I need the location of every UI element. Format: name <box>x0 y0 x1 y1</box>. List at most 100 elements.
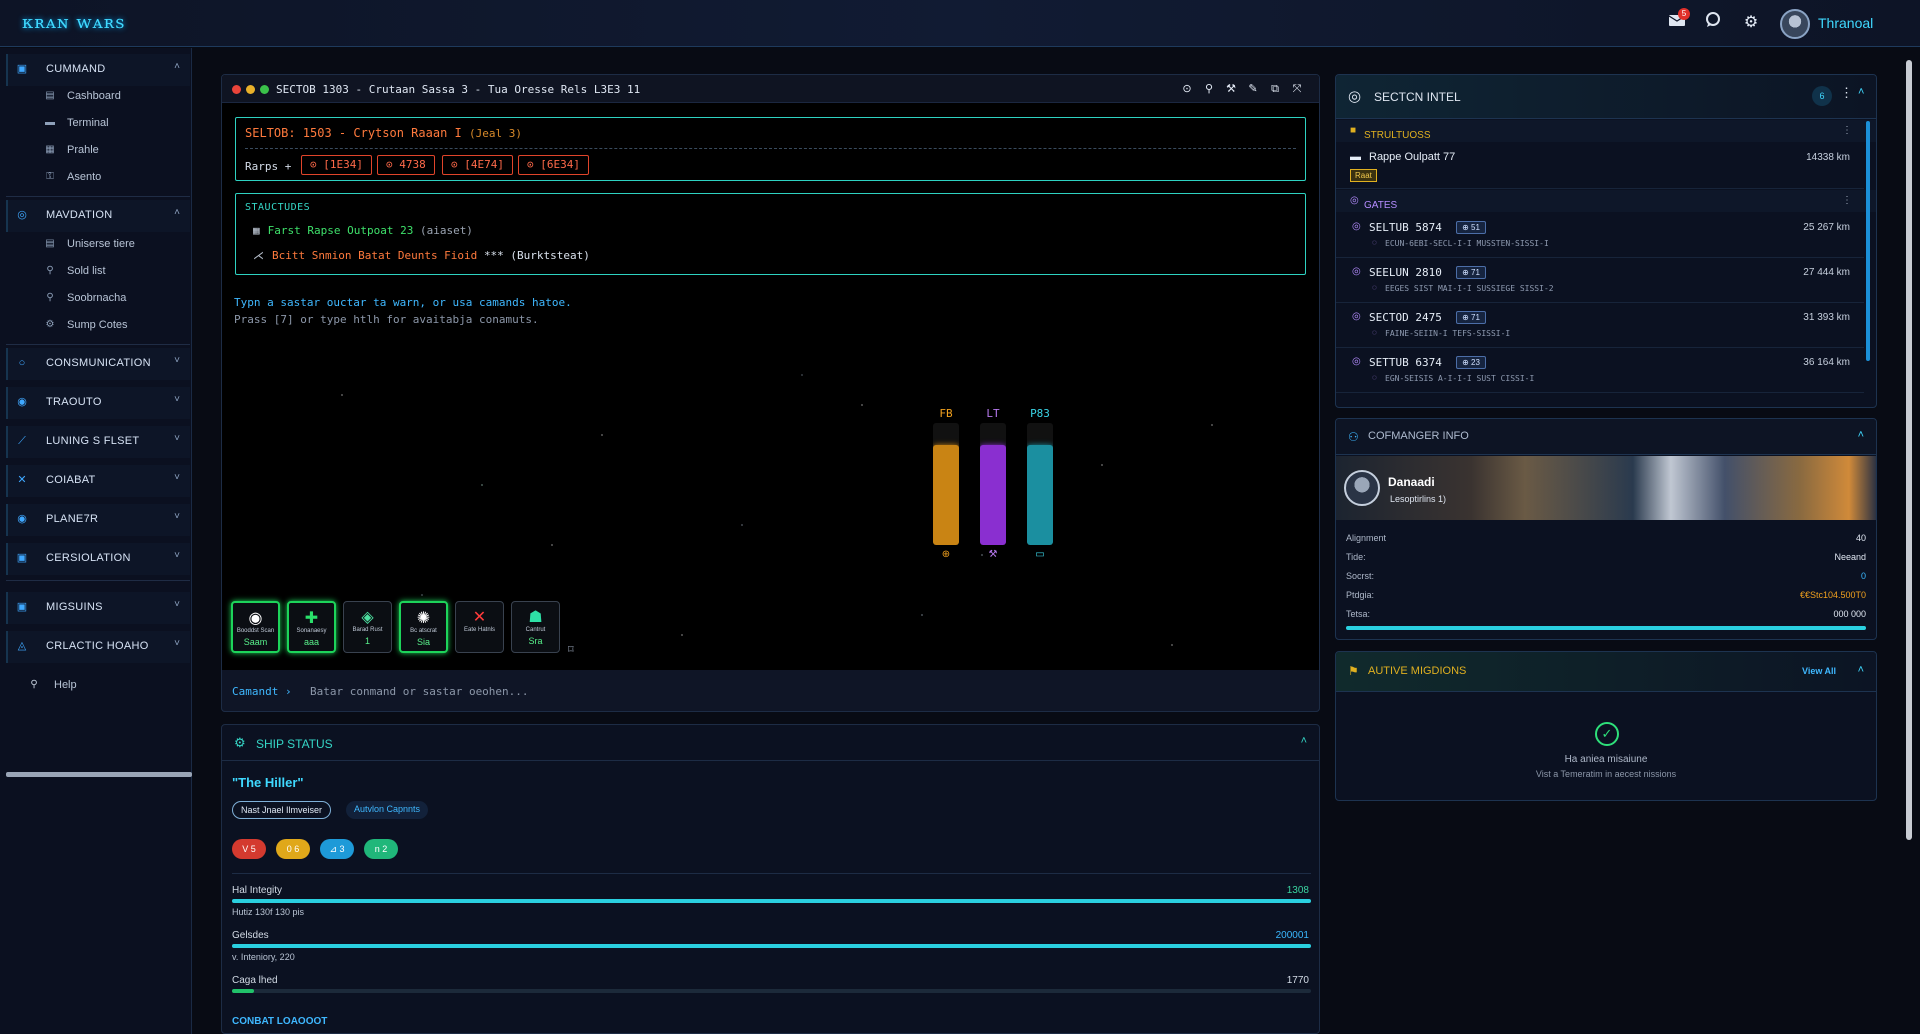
sidebar-item-assets[interactable]: ⚿ Asento <box>40 166 190 190</box>
terminal-panel: SECTOB 1303 - Crutaan Sassa 3 - Tua Ores… <box>221 74 1320 712</box>
structure-line[interactable]: ⋌ Bcitt Snmion Batat Deunts Fioid *** (Bu… <box>253 249 590 262</box>
warp-chip[interactable]: ⊙ 4738 <box>377 155 435 175</box>
terminal-hint: Prass [7] or type htlh for avaitabja con… <box>234 313 539 326</box>
sidebar-item-gates[interactable]: ⚙ Sump Cotes <box>40 314 190 338</box>
ship-module-pill[interactable]: Autvlon Capnnts <box>346 801 429 819</box>
trade-icon: ◉ <box>17 396 27 408</box>
nav-group-navigation[interactable]: ◎ MAVDATION ˄ <box>6 200 190 232</box>
gate-icon: ◎ <box>1352 311 1361 322</box>
mail-icon[interactable]: 5 <box>1666 8 1690 34</box>
nav-group-label: PLANE7R <box>46 513 99 525</box>
sidebar-item-list[interactable]: ⚲ Sold list <box>40 260 190 284</box>
repair-button[interactable]: ✚ Sonanaesy aaa <box>287 601 336 653</box>
nav-group-command[interactable]: ▣ CUMMAND ˄ <box>6 54 190 86</box>
gear-icon[interactable]: ⚙ <box>1740 12 1762 34</box>
divider <box>6 196 190 197</box>
chevron-up-icon[interactable]: ˄ <box>1858 429 1864 441</box>
engine-button[interactable]: ✺ Bc atscrat Sia <box>399 601 448 653</box>
sidebar-item-bookmarks[interactable]: ⚲ Soobrnacha <box>40 287 190 311</box>
maximize-dot[interactable] <box>260 85 269 94</box>
combat-button[interactable]: ☗ Cantrut Sra <box>511 601 560 653</box>
warp-chip[interactable]: ⊙ [4E74] <box>442 155 513 175</box>
warp-chip[interactable]: ⊙ [1E34] <box>301 155 372 175</box>
gauge-icon: ▭ <box>1035 549 1045 560</box>
nav-group-label: MAVDATION <box>46 209 113 221</box>
sidebar-scrollbar[interactable] <box>6 772 192 777</box>
shield-button[interactable]: ◈ Barad Rust 1 <box>343 601 392 653</box>
sidebar-item-universe[interactable]: ▤ Uniserse tiere <box>40 233 190 257</box>
chevron-up-icon[interactable]: ˄ <box>1301 735 1307 747</box>
dashboard-icon: ▤ <box>45 90 55 101</box>
chevron-up-icon: ˄ <box>174 61 180 72</box>
avatar[interactable] <box>1780 9 1810 39</box>
commander-info-header[interactable]: ⚇ COFMANGER INFO ˄ <box>1336 419 1876 455</box>
stat-subtext: v. Inteniory, 220 <box>232 952 295 962</box>
edit-icon[interactable]: ✎ <box>1246 82 1260 96</box>
more-icon[interactable]: ⋮ <box>1842 195 1852 206</box>
nav-group-planets[interactable]: ◉ PLANE7R ˅ <box>6 504 190 536</box>
ship-status-header[interactable]: ⚙ SHIP STATUS ˄ <box>222 725 1319 761</box>
sidebar-item-dashboard[interactable]: ▤ Cashboard <box>40 85 190 109</box>
sidebar: ▣ CUMMAND ˄ ▤ Cashboard ▬ Terminal ▦ Prahle… <box>0 48 192 1034</box>
missions-header[interactable]: ⚑ AUTIVE MIGDIONS View All ˄ <box>1336 652 1876 692</box>
structure-line[interactable]: ▦ Farst Rapse Outpoat 23 (aiaset) <box>253 224 473 237</box>
pin-icon: ⚲ <box>30 679 38 690</box>
target-icon[interactable]: ⊙ <box>1180 82 1194 96</box>
stat-bar-fill <box>232 989 254 993</box>
expand-icon[interactable]: ⤧ <box>1290 82 1304 96</box>
minimize-dot[interactable] <box>246 85 255 94</box>
nav-group-fleet[interactable]: ⟋ LUNING S FLSET ˅ <box>6 426 190 458</box>
sidebar-item-profile[interactable]: ▦ Prahle <box>40 139 190 163</box>
nav-group-combat[interactable]: ✕ COIABAT ˅ <box>6 465 190 497</box>
nav-group-communication[interactable]: ○ CONSMUNICATION ˅ <box>6 348 190 380</box>
page-scrollbar[interactable] <box>1906 60 1912 840</box>
nav-group-label: CONSMUNICATION <box>46 357 151 369</box>
sidebar-item-label: Prahle <box>67 144 99 156</box>
pin-icon[interactable]: ⚲ <box>1202 82 1216 96</box>
copy-icon[interactable]: ⧉ <box>1268 82 1282 96</box>
scan-button[interactable]: ◉ Booddst Scan Saam <box>231 601 280 653</box>
more-icon[interactable]: ⋮ <box>1842 125 1852 136</box>
warp-chip[interactable]: ⊙ [6E34] <box>518 155 589 175</box>
gate-row[interactable]: ◎ SECTOD 2475 ⊕ 71 ◌ FAINE-SEIIN-I TEFS-SISS… <box>1336 303 1864 348</box>
tools-icon[interactable]: ⚒ <box>1224 82 1238 96</box>
sector-intel-header[interactable]: ◎ SECTCN INTEL 6 ⋮ ˄ <box>1336 75 1876 119</box>
ship-class-pill[interactable]: Nast Jnael Ilmveiser <box>232 801 332 819</box>
structure-row[interactable]: ▬ Rappe Oulpatt 77 Raat 14338 km <box>1336 143 1864 189</box>
command-input[interactable] <box>310 680 1290 702</box>
nav-group-corporation[interactable]: ▣ CERSIOLATION ˅ <box>6 543 190 575</box>
nav-group-galactic[interactable]: ◬ CRLACTIC HOAHO ˅ <box>6 631 190 663</box>
intel-scrollbar[interactable] <box>1866 121 1870 361</box>
nav-group-missions[interactable]: ▣ MIGSUINS ˅ <box>6 592 190 624</box>
help-label: Help <box>54 679 77 691</box>
gate-row[interactable]: ◎ SELTUB 5874 ⊕ 51 ◌ ECUN-6EBI-SECL-I-I MUSS… <box>1336 213 1864 258</box>
nav-group-trade[interactable]: ◉ TRAOUTO ˅ <box>6 387 190 419</box>
cancel-action-button[interactable]: ✕ Eate Hatnls <box>455 601 504 653</box>
close-dot[interactable] <box>232 85 241 94</box>
chevron-up-icon[interactable]: ˄ <box>1858 86 1864 98</box>
stat-label: Caga lhed <box>232 975 278 986</box>
action-value: aaa <box>303 637 320 647</box>
resize-icon[interactable]: ⌑ <box>568 643 574 656</box>
structure-text: Bcitt Snmion Batat Deunts Fioid <box>272 249 478 262</box>
chevron-up-icon[interactable]: ˄ <box>1858 664 1864 676</box>
action-label: Eate Hatnls <box>463 627 496 633</box>
corporation-icon: ▣ <box>16 552 28 564</box>
view-all-link[interactable]: View All <box>1802 666 1836 676</box>
more-icon[interactable]: ⋮ <box>1840 85 1853 101</box>
sidebar-item-label: Asento <box>67 171 102 183</box>
sidebar-item-terminal[interactable]: ▬ Terminal <box>40 112 190 136</box>
gate-row[interactable]: ◎ SEELUN 2810 ⊕ 71 ◌ EEGES SIST MAI-I-I SUSS… <box>1336 258 1864 303</box>
chat-icon[interactable] <box>1702 12 1724 34</box>
user-name[interactable]: Thranoal <box>1818 15 1873 31</box>
gate-row[interactable]: ◎ SETTUB 6374 ⊕ 23 ◌ EGN-SEISIS A-I-I-I SUST… <box>1336 348 1864 393</box>
command-icon: ▣ <box>16 63 28 75</box>
terminal-title: SECTOB 1303 - Crutaan Sassa 3 - Tua Ores… <box>276 83 641 96</box>
structure-text: Farst Rapse Outpoat 23 <box>267 224 414 237</box>
gates-label: ◎ GATES <box>1350 195 1398 211</box>
commander-avatar[interactable] <box>1344 470 1380 506</box>
help-link[interactable]: ⚲ Help <box>24 674 174 698</box>
app-title[interactable]: ᴋʀᴀɴ ᴡᴀʀs <box>22 12 126 33</box>
combat-loadout-title[interactable]: CONBAT LOAOOOT <box>232 1016 327 1027</box>
check-circle-icon: ✓ <box>1595 722 1619 746</box>
